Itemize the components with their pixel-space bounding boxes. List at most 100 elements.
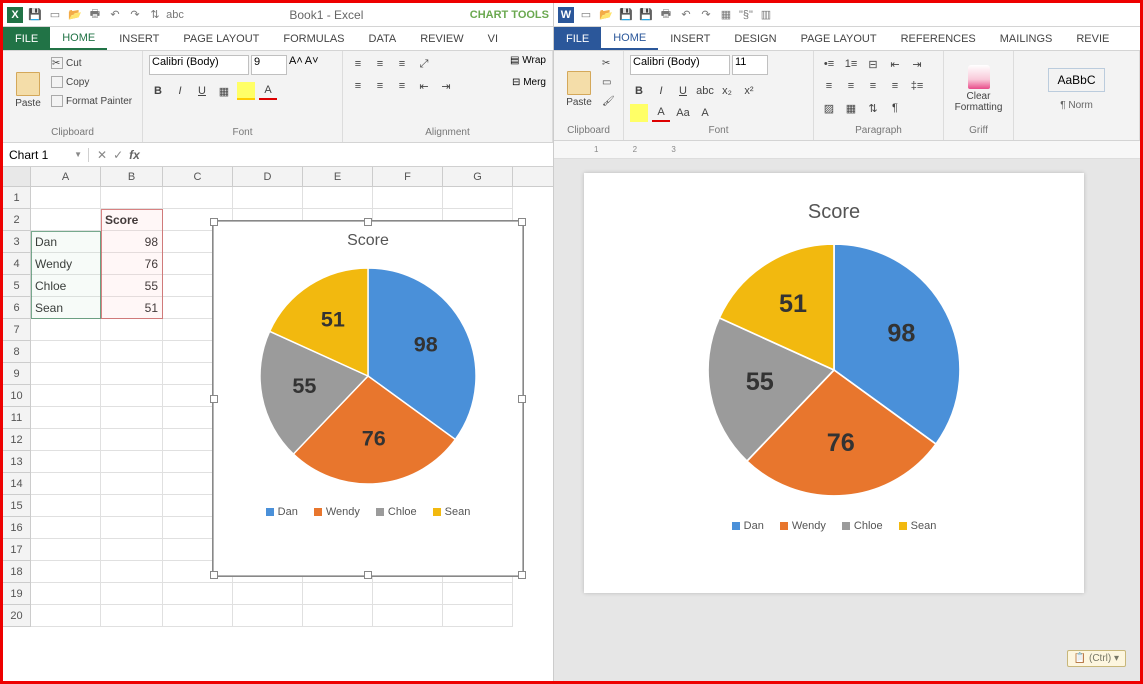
border-button[interactable]: ▦ — [215, 82, 233, 100]
font-color-button[interactable]: A — [259, 82, 277, 100]
indent-dec-button[interactable]: ⇤ — [886, 55, 904, 73]
align-center-button[interactable]: ≡ — [842, 77, 860, 95]
cell[interactable] — [31, 517, 101, 539]
spellcheck-icon[interactable]: abc — [167, 7, 183, 23]
cell[interactable] — [101, 187, 163, 209]
row-header[interactable]: 1 — [3, 187, 31, 209]
align-center-icon[interactable]: ≡ — [371, 77, 389, 95]
cell[interactable] — [101, 539, 163, 561]
cell[interactable] — [163, 187, 233, 209]
align-left-icon[interactable]: ≡ — [349, 77, 367, 95]
grow-font-icon[interactable]: A˄ — [289, 55, 303, 75]
cell[interactable] — [443, 605, 513, 627]
word-ruler[interactable]: 1 2 3 — [554, 141, 1140, 159]
paste-button[interactable]: Paste — [560, 55, 598, 123]
tab-view[interactable]: VI — [476, 27, 510, 50]
indent-inc-button[interactable]: ⇥ — [908, 55, 926, 73]
cell[interactable] — [31, 583, 101, 605]
cell[interactable] — [31, 363, 101, 385]
row-header[interactable]: 7 — [3, 319, 31, 341]
cell[interactable] — [31, 407, 101, 429]
cell[interactable]: 98 — [101, 231, 163, 253]
tab-home[interactable]: HOME — [50, 27, 107, 50]
clear-formatting-button[interactable]: Clear Formatting — [960, 55, 998, 123]
cell[interactable]: Wendy — [31, 253, 101, 275]
row-header[interactable]: 11 — [3, 407, 31, 429]
row-header[interactable]: 12 — [3, 429, 31, 451]
col-header[interactable]: D — [233, 167, 303, 186]
cell[interactable] — [31, 187, 101, 209]
paste-button[interactable]: Paste — [9, 55, 47, 125]
row-header[interactable]: 19 — [3, 583, 31, 605]
legend-item[interactable]: Sean — [899, 520, 937, 532]
cell[interactable] — [163, 605, 233, 627]
cell[interactable]: Score — [101, 209, 163, 231]
cell[interactable] — [31, 539, 101, 561]
justify-button[interactable]: ≡ — [886, 77, 904, 95]
fx-icon[interactable]: fx — [129, 148, 140, 162]
row-header[interactable]: 15 — [3, 495, 31, 517]
cell[interactable]: Chloe — [31, 275, 101, 297]
show-marks-button[interactable]: ¶ — [886, 99, 904, 117]
table-icon[interactable]: ▥ — [758, 7, 774, 23]
cell[interactable] — [31, 561, 101, 583]
cell[interactable] — [443, 187, 513, 209]
cell[interactable] — [233, 583, 303, 605]
format-painter-button[interactable]: 🖌 — [602, 93, 615, 109]
bullets-button[interactable]: •≡ — [820, 55, 838, 73]
row-header[interactable]: 17 — [3, 539, 31, 561]
cell[interactable]: 76 — [101, 253, 163, 275]
cell[interactable] — [31, 495, 101, 517]
legend-item[interactable]: Dan — [266, 506, 298, 518]
cell[interactable] — [31, 319, 101, 341]
print-icon[interactable]: 🖶 — [87, 7, 103, 23]
row-header[interactable]: 14 — [3, 473, 31, 495]
cell[interactable] — [101, 605, 163, 627]
tab-design[interactable]: DESIGN — [722, 27, 788, 50]
row-header[interactable]: 9 — [3, 363, 31, 385]
cell[interactable] — [163, 583, 233, 605]
tab-mailings[interactable]: MAILINGS — [988, 27, 1065, 50]
cell[interactable] — [101, 473, 163, 495]
name-box[interactable]: Chart 1▼ — [3, 148, 89, 162]
text-effects-button[interactable]: A — [696, 104, 714, 122]
align-left-button[interactable]: ≡ — [820, 77, 838, 95]
cancel-formula-icon[interactable]: ✕ — [97, 148, 107, 162]
cell[interactable] — [101, 583, 163, 605]
font-name-select[interactable]: Calibri (Body) — [149, 55, 249, 75]
row-header[interactable]: 6 — [3, 297, 31, 319]
row-header[interactable]: 3 — [3, 231, 31, 253]
cut-button[interactable]: ✂Cut — [51, 55, 132, 71]
orientation-icon[interactable]: ⤢ — [415, 55, 433, 73]
shrink-font-icon[interactable]: A˅ — [305, 55, 319, 75]
cell[interactable] — [101, 385, 163, 407]
row-header[interactable]: 2 — [3, 209, 31, 231]
legend-item[interactable]: Wendy — [780, 520, 826, 532]
line-spacing-button[interactable]: ‡≡ — [908, 77, 926, 95]
cell[interactable] — [101, 363, 163, 385]
legend-item[interactable]: Wendy — [314, 506, 360, 518]
underline-button[interactable]: U — [674, 82, 692, 100]
cell[interactable] — [31, 341, 101, 363]
tab-review[interactable]: REVIEW — [408, 27, 475, 50]
merge-button[interactable]: ⊟ Merg — [512, 77, 546, 95]
style-sample[interactable]: AaBbC — [1048, 68, 1104, 92]
print-icon[interactable]: 🖶 — [658, 7, 674, 23]
cell[interactable]: Sean — [31, 297, 101, 319]
select-all-corner[interactable] — [3, 167, 31, 186]
tab-page-layout[interactable]: PAGE LAYOUT — [171, 27, 271, 50]
pasted-chart[interactable]: Score 98765551 DanWendyChloeSean — [604, 191, 1064, 540]
quote-icon[interactable]: "§" — [738, 7, 754, 23]
open-icon[interactable]: 📂 — [598, 7, 614, 23]
cell[interactable] — [31, 451, 101, 473]
pie-chart[interactable]: 98765551 — [248, 256, 488, 496]
col-header[interactable]: F — [373, 167, 443, 186]
undo-icon[interactable]: ↶ — [107, 7, 123, 23]
cell[interactable] — [31, 473, 101, 495]
italic-button[interactable]: I — [171, 82, 189, 100]
multilevel-button[interactable]: ⊟ — [864, 55, 882, 73]
indent-dec-icon[interactable]: ⇤ — [415, 77, 433, 95]
cell[interactable] — [101, 429, 163, 451]
legend-item[interactable]: Chloe — [842, 520, 883, 532]
col-header[interactable]: B — [101, 167, 163, 186]
